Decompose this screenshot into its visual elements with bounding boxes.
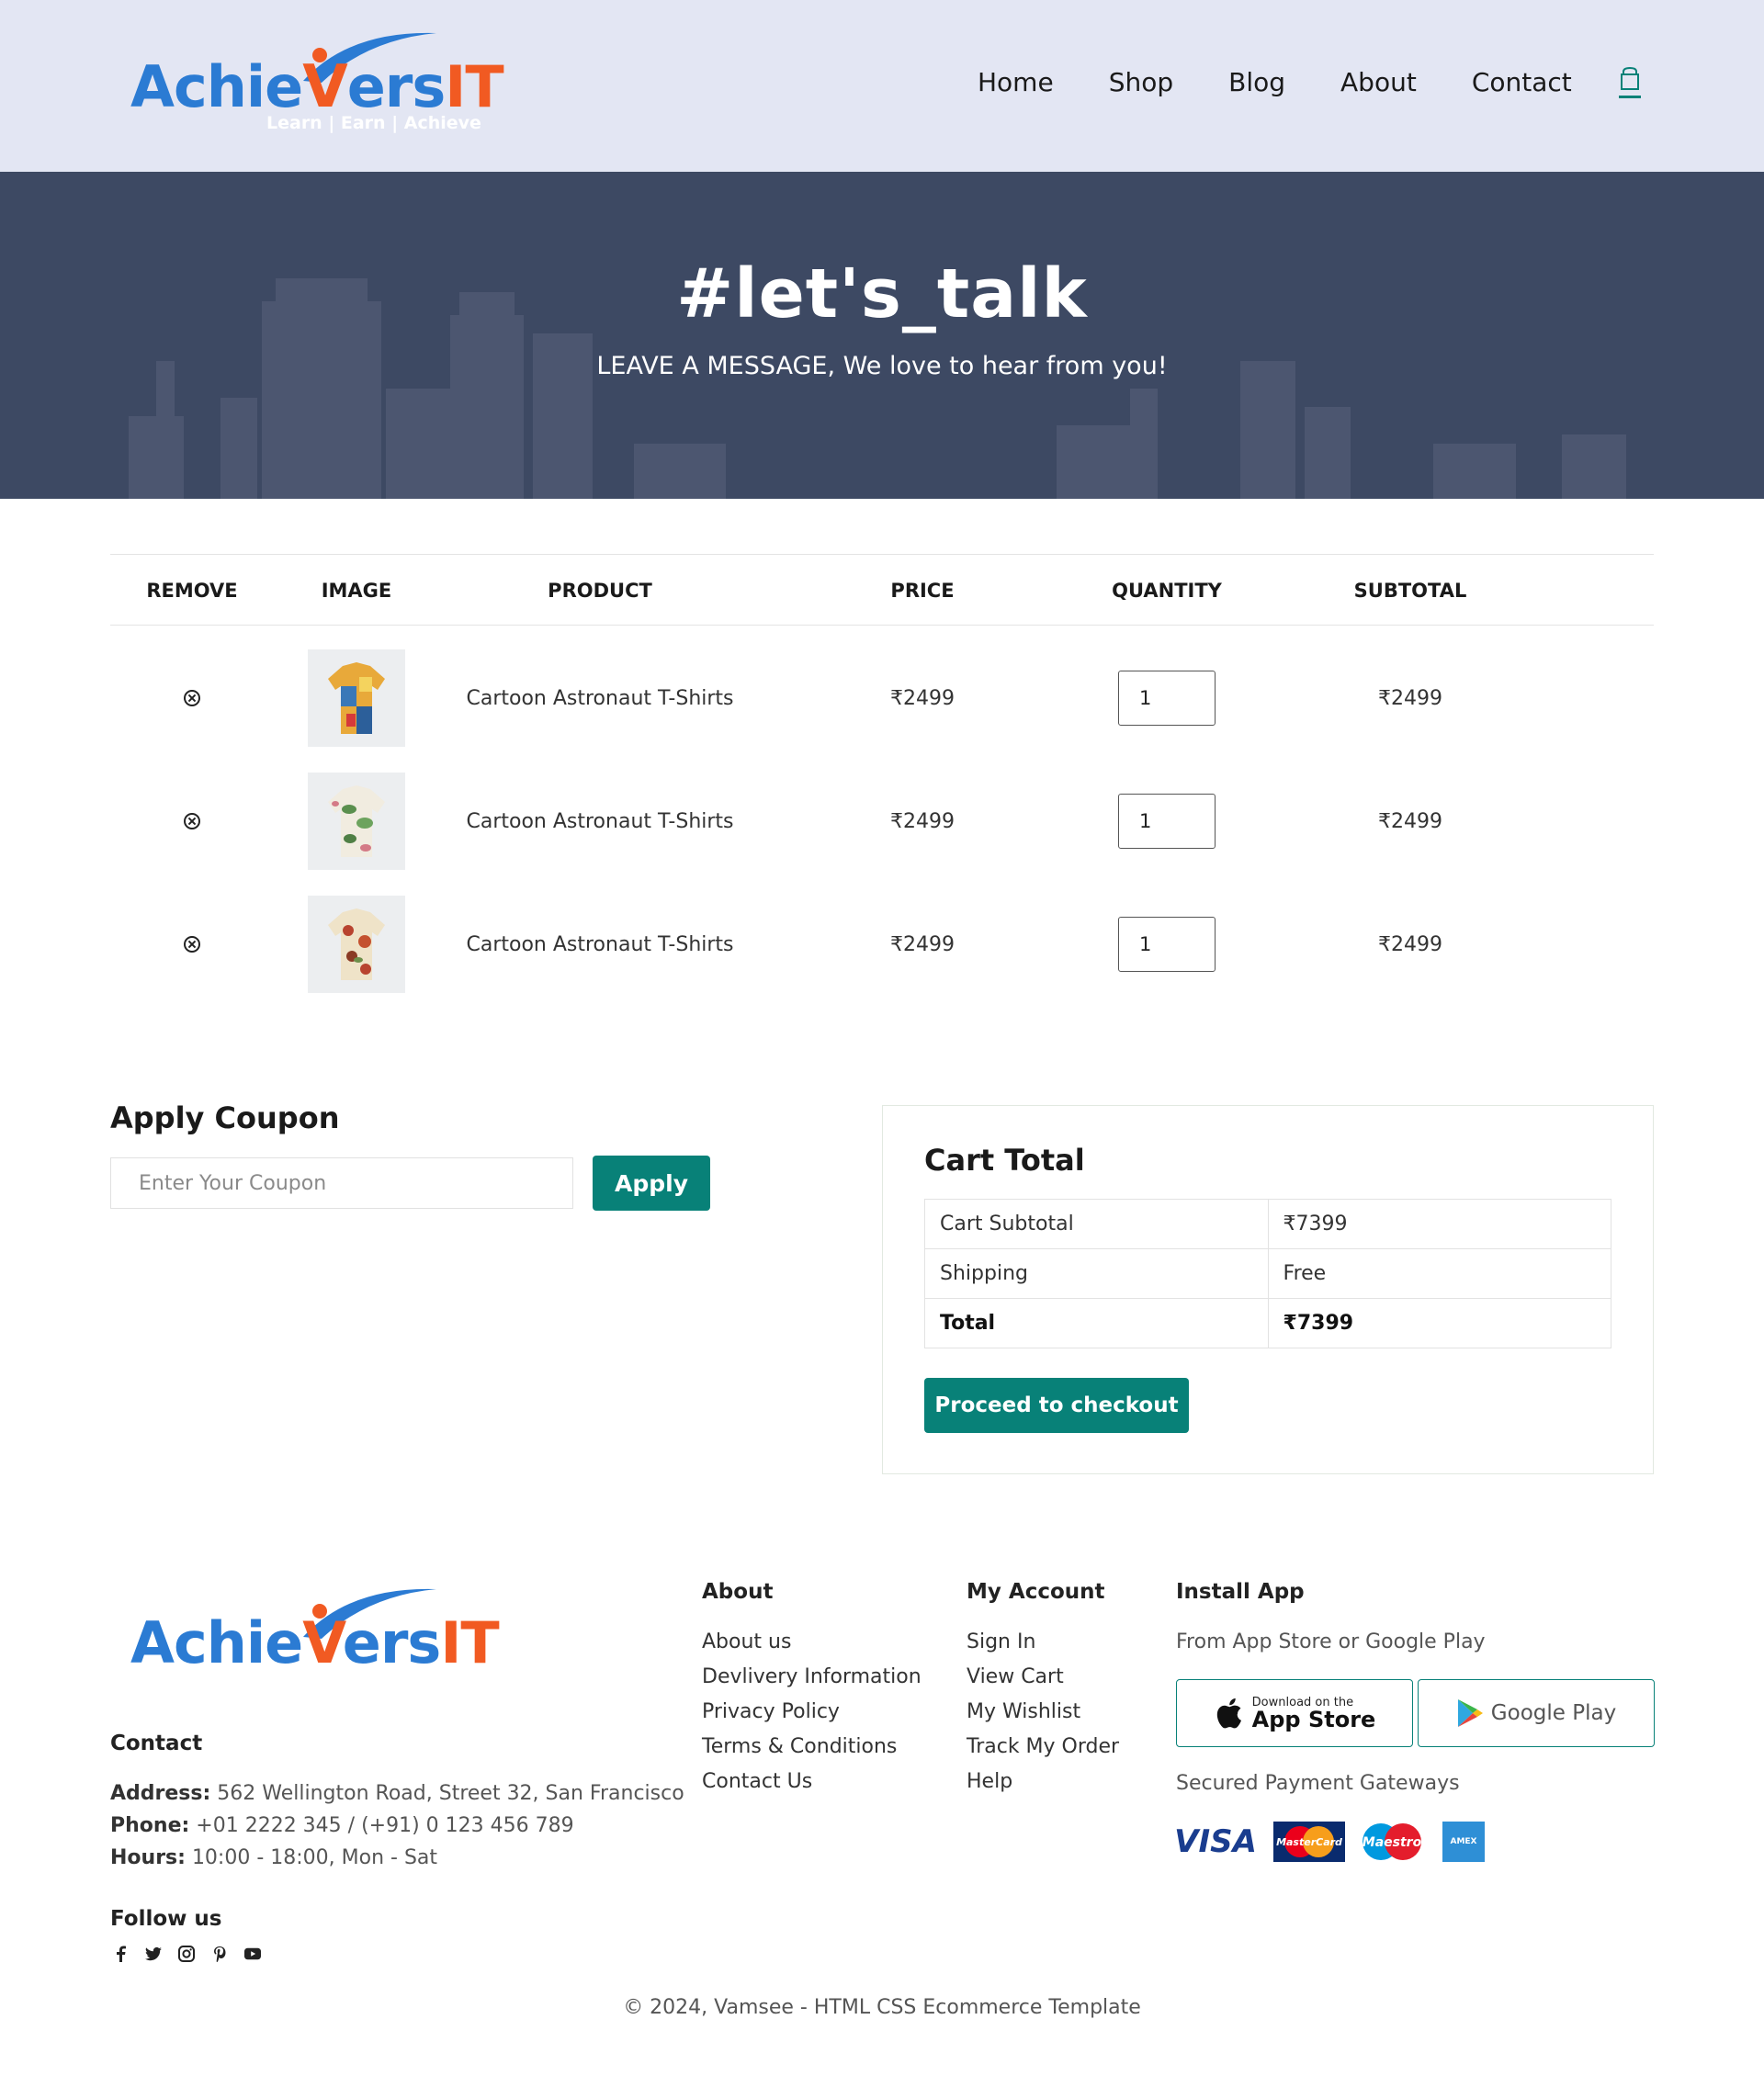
- remove-item-icon[interactable]: [184, 690, 200, 706]
- table-row: Cartoon Astronaut T-Shirts ₹2499 ₹2499: [110, 637, 1654, 760]
- brand-logo[interactable]: AchieVersIT Learn | Earn | Achieve: [129, 26, 504, 136]
- footer-phone: Phone: +01 2222 345 / (+91) 0 123 456 78…: [110, 1814, 574, 1837]
- product-name[interactable]: Cartoon Astronaut T-Shirts: [439, 637, 761, 760]
- footer-link-help[interactable]: Help: [967, 1770, 1012, 1793]
- product-price: ₹2499: [890, 686, 955, 710]
- main-nav: Home Shop Blog About Contact: [978, 66, 1642, 98]
- total-label: Total: [924, 1298, 1269, 1348]
- brand-wordmark: AchieVersIT: [130, 53, 504, 121]
- header-product: PRODUCT: [548, 580, 652, 602]
- table-row: Cartoon Astronaut T-Shirts ₹2499 ₹2499: [110, 883, 1654, 1006]
- google-play-icon: [1457, 1699, 1483, 1727]
- cart-total-panel: Cart Total Cart Subtotal ₹7399 Shipping …: [882, 1105, 1654, 1474]
- footer-link-terms[interactable]: Terms & Conditions: [702, 1735, 897, 1758]
- product-thumbnail: [308, 649, 405, 747]
- visa-icon: VISA: [1174, 1823, 1257, 1860]
- cart-table: REMOVE IMAGE PRODUCT PRICE QUANTITY SUBT…: [110, 554, 1654, 993]
- footer-link-privacy-policy[interactable]: Privacy Policy: [702, 1700, 840, 1723]
- footer-link-wishlist[interactable]: My Wishlist: [967, 1700, 1080, 1723]
- product-name[interactable]: Cartoon Astronaut T-Shirts: [439, 883, 761, 1006]
- facebook-icon[interactable]: [112, 1946, 129, 1962]
- product-subtotal: ₹2499: [1378, 686, 1442, 710]
- site-header: AchieVersIT Learn | Earn | Achieve Home …: [0, 0, 1764, 172]
- app-store-button[interactable]: Download on the App Store: [1176, 1679, 1413, 1747]
- instagram-icon[interactable]: [178, 1946, 195, 1962]
- google-play-button[interactable]: Google Play: [1418, 1679, 1655, 1747]
- mastercard-icon: MasterCard: [1273, 1822, 1345, 1862]
- footer-link-about-us[interactable]: About us: [702, 1630, 791, 1653]
- footer-app-title: Install App: [1176, 1580, 1305, 1604]
- footer-copyright: © 2024, Vamsee - HTML CSS Ecommerce Temp…: [623, 1996, 1141, 2019]
- hero-subtitle: LEAVE A MESSAGE, We love to hear from yo…: [596, 352, 1168, 380]
- footer-account-title: My Account: [967, 1580, 1105, 1604]
- coupon-title: Apply Coupon: [110, 1100, 340, 1135]
- footer-link-track-order[interactable]: Track My Order: [967, 1735, 1119, 1758]
- youtube-icon[interactable]: [244, 1946, 261, 1962]
- footer-brand-logo[interactable]: AchieVersIT: [129, 1582, 500, 1676]
- product-thumbnail: [308, 773, 405, 870]
- footer-link-view-cart[interactable]: View Cart: [967, 1665, 1064, 1688]
- maestro-icon: Maestro: [1356, 1822, 1428, 1862]
- footer-brand-wordmark: AchieVersIT: [130, 1609, 500, 1676]
- cart-total-table: Cart Subtotal ₹7399 Shipping Free Total …: [924, 1199, 1612, 1348]
- header-price: PRICE: [890, 580, 955, 602]
- apply-coupon-button[interactable]: Apply: [593, 1156, 710, 1211]
- remove-item-icon[interactable]: [184, 936, 200, 953]
- footer-about-title: About: [702, 1580, 774, 1604]
- shopping-bag-icon[interactable]: [1618, 66, 1642, 98]
- brand-tagline: Learn | Earn | Achieve: [266, 113, 481, 133]
- apple-icon: [1216, 1698, 1241, 1729]
- nav-blog[interactable]: Blog: [1228, 67, 1285, 97]
- product-subtotal: ₹2499: [1378, 932, 1442, 956]
- footer-payment-title: Secured Payment Gateways: [1176, 1772, 1460, 1795]
- social-links: [112, 1946, 261, 1962]
- product-thumbnail: [308, 896, 405, 993]
- quantity-input[interactable]: [1118, 671, 1216, 726]
- shipping-value: Free: [1267, 1248, 1612, 1299]
- header-remove: REMOVE: [146, 580, 238, 602]
- twitter-icon[interactable]: [145, 1946, 162, 1962]
- nav-shop[interactable]: Shop: [1109, 67, 1173, 97]
- subtotal-value: ₹7399: [1267, 1199, 1612, 1249]
- quantity-input[interactable]: [1118, 917, 1216, 972]
- footer-follow-title: Follow us: [110, 1907, 222, 1931]
- footer-link-sign-in[interactable]: Sign In: [967, 1630, 1035, 1653]
- total-value: ₹7399: [1267, 1298, 1612, 1348]
- header-subtotal: SUBTOTAL: [1353, 580, 1467, 602]
- header-image: IMAGE: [321, 580, 392, 602]
- footer-link-contact-us[interactable]: Contact Us: [702, 1770, 812, 1793]
- cart-total-title: Cart Total: [924, 1143, 1085, 1178]
- pinterest-icon[interactable]: [211, 1946, 228, 1962]
- svg-text:Maestro: Maestro: [1363, 1835, 1422, 1850]
- svg-text:MasterCard: MasterCard: [1276, 1836, 1342, 1848]
- nav-about[interactable]: About: [1340, 67, 1417, 97]
- cart-table-header: REMOVE IMAGE PRODUCT PRICE QUANTITY SUBT…: [110, 554, 1654, 626]
- nav-contact[interactable]: Contact: [1472, 67, 1572, 97]
- quantity-input[interactable]: [1118, 794, 1216, 849]
- footer-link-delivery-info[interactable]: Devlivery Information: [702, 1665, 922, 1688]
- footer-contact-title: Contact: [110, 1732, 203, 1755]
- footer-address: Address: 562 Wellington Road, Street 32,…: [110, 1782, 684, 1805]
- amex-icon: AMEX: [1442, 1822, 1485, 1862]
- coupon-input[interactable]: [110, 1157, 573, 1209]
- hero-title: #let's_talk: [676, 254, 1088, 333]
- product-price: ₹2499: [890, 809, 955, 833]
- subtotal-label: Cart Subtotal: [924, 1199, 1269, 1249]
- table-row: Cartoon Astronaut T-Shirts ₹2499 ₹2499: [110, 760, 1654, 883]
- remove-item-icon[interactable]: [184, 813, 200, 829]
- app-store-big-text: App Store: [1251, 1706, 1376, 1732]
- product-name[interactable]: Cartoon Astronaut T-Shirts: [439, 760, 761, 883]
- google-play-text: Google Play: [1490, 1701, 1617, 1725]
- product-subtotal: ₹2499: [1378, 809, 1442, 833]
- hero-banner: #let's_talk LEAVE A MESSAGE, We love to …: [0, 172, 1764, 499]
- shipping-label: Shipping: [924, 1248, 1269, 1299]
- product-price: ₹2499: [890, 932, 955, 956]
- header-quantity: QUANTITY: [1112, 580, 1222, 602]
- footer-app-subtitle: From App Store or Google Play: [1176, 1630, 1486, 1653]
- proceed-to-checkout-button[interactable]: Proceed to checkout: [924, 1378, 1189, 1433]
- footer-hours: Hours: 10:00 - 18:00, Mon - Sat: [110, 1846, 438, 1869]
- nav-home[interactable]: Home: [978, 67, 1054, 97]
